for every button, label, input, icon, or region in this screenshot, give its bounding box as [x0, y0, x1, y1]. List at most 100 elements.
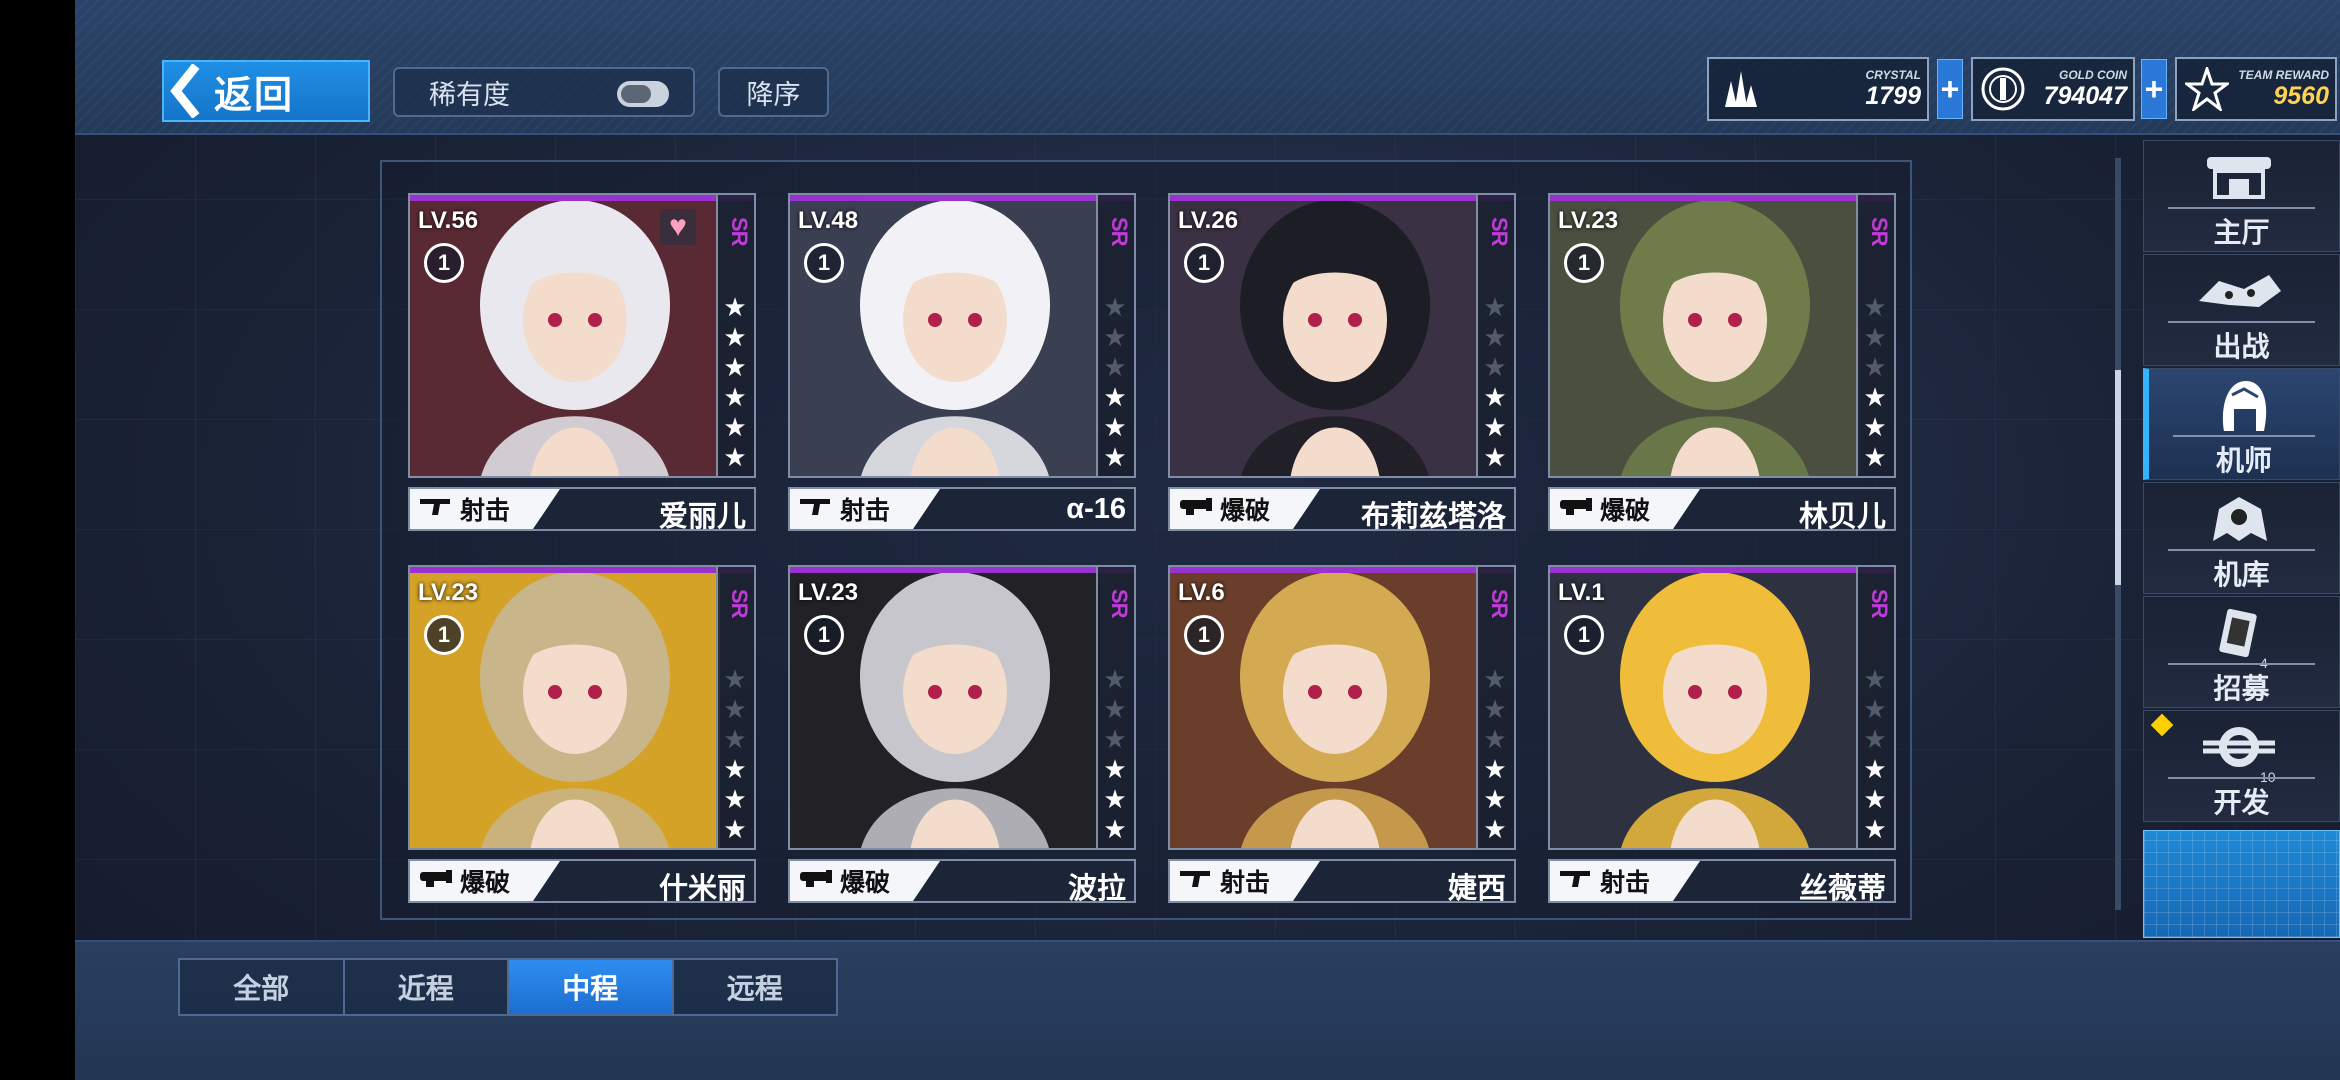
pilot-info-bar: 射击 爱丽儿 [408, 487, 756, 533]
rarity-label: SR [727, 217, 752, 246]
star-icon: ★ [723, 442, 747, 472]
nav-hall-label: 主厅 [2213, 217, 2270, 248]
pilot-type-label: 射击 [1220, 869, 1271, 897]
sort-order-button[interactable]: 降序 [718, 67, 829, 117]
star-icon: ★ [1103, 292, 1127, 322]
launcher-icon [1170, 495, 1220, 524]
pilot-level: LV.48 [798, 207, 859, 234]
pilot-type: 射击 [1170, 861, 1320, 901]
pilot-card[interactable]: LV.48 1 SR ★ ★ ★ ★ ★ ★ 射击 α-16 [788, 193, 1136, 535]
pilot-portrait-art [1170, 195, 1480, 476]
pilot-info-bar: 射击 丝薇蒂 [1548, 859, 1896, 905]
pilot-level: LV.23 [418, 579, 479, 606]
pilot-rank-badge: 1 [1564, 615, 1604, 655]
pilot-card[interactable]: LV.23 1 SR ★ ★ ★ ★ ★ ★ 爆破 林贝儿 [1548, 193, 1896, 535]
star-icon: ★ [1483, 784, 1507, 814]
pilot-info-bar: 射击 婕西 [1168, 859, 1516, 905]
nav-divider [2173, 435, 2315, 437]
rarity-strip [1550, 195, 1894, 201]
rarity-label: SR [1487, 589, 1512, 618]
pilot-level: LV.23 [798, 579, 859, 606]
tab-all[interactable]: 全部 [180, 960, 345, 1014]
pilot-info-bar: 爆破 林贝儿 [1548, 487, 1896, 533]
rarity-label: SR [1867, 589, 1892, 618]
star-icon: ★ [1483, 724, 1507, 754]
pilot-card[interactable]: LV.6 1 SR ★ ★ ★ ★ ★ ★ 射击 婕西 [1168, 565, 1516, 907]
tab-long-range[interactable]: 远程 [674, 960, 837, 1014]
star-icon: ★ [1483, 754, 1507, 784]
rifle-icon [410, 495, 460, 524]
nav-sortie-label: 出战 [2213, 331, 2270, 362]
star-icon: ★ [1863, 694, 1887, 724]
launcher-icon [1550, 495, 1600, 524]
star-icon: ★ [1863, 442, 1887, 472]
pilot-card[interactable]: LV.56 1 ♥ SR ★ ★ ★ ★ ★ ★ 射击 爱丽儿 [408, 193, 756, 535]
star-icon: ★ [1103, 664, 1127, 694]
star-icon: ★ [1483, 352, 1507, 382]
pilot-portrait-art [1550, 567, 1860, 848]
gold-coin-add-button[interactable]: + [2141, 59, 2167, 119]
rarity-label: SR [727, 589, 752, 618]
star-icon: ★ [1103, 382, 1127, 412]
pilot-side-panel: SR ★ ★ ★ ★ ★ ★ [1096, 567, 1134, 848]
tab-mid-range[interactable]: 中程 [509, 960, 674, 1014]
nav-item-sortie[interactable]: 出战 [2143, 254, 2340, 366]
pilot-name: 波拉 [1067, 873, 1126, 905]
team-reward-counter: TEAM REWARD 9560 [2175, 57, 2337, 121]
star-rating: ★ ★ ★ ★ ★ ★ [1481, 292, 1509, 472]
nav-item-develop[interactable]: 10 开发 [2143, 710, 2340, 822]
nav-item-pilot[interactable]: 机师 [2143, 368, 2340, 480]
pilot-side-panel: SR ★ ★ ★ ★ ★ ★ [716, 195, 754, 476]
nav-item-hall[interactable]: 主厅 [2143, 140, 2340, 252]
pilot-card[interactable]: LV.1 1 SR ★ ★ ★ ★ ★ ★ 射击 丝薇蒂 [1548, 565, 1896, 907]
pilot-card[interactable]: LV.23 1 SR ★ ★ ★ ★ ★ ★ 爆破 什米丽 [408, 565, 756, 907]
range-filter-tabs: 全部 近程 中程 远程 [178, 958, 838, 1016]
back-button[interactable]: 返回 [162, 60, 370, 122]
team-reward-icon [2177, 59, 2237, 119]
pilot-name: 布莉兹塔洛 [1360, 501, 1506, 533]
star-icon: ★ [1483, 442, 1507, 472]
recruit-icon [2189, 603, 2289, 663]
rarity-strip [790, 195, 1134, 201]
pilot-type-label: 爆破 [1220, 497, 1271, 525]
base-minimap[interactable] [2143, 830, 2340, 938]
pilot-rank-badge: 1 [424, 243, 464, 283]
star-icon: ★ [723, 382, 747, 412]
nav-divider [2168, 663, 2315, 665]
pilot-portrait-art [790, 195, 1100, 476]
nav-item-hangar[interactable]: 机库 [2143, 482, 2340, 594]
scrollbar-thumb[interactable] [2115, 370, 2121, 585]
rarity-strip [410, 195, 754, 201]
star-icon: ★ [1103, 322, 1127, 352]
pilot-side-panel: SR ★ ★ ★ ★ ★ ★ [1856, 567, 1894, 848]
star-rating: ★ ★ ★ ★ ★ ★ [1481, 664, 1509, 844]
back-label: 返回 [214, 74, 295, 117]
star-icon: ★ [1863, 292, 1887, 322]
pilot-portrait: LV.23 1 SR ★ ★ ★ ★ ★ ★ [408, 565, 756, 850]
star-icon: ★ [723, 292, 747, 322]
star-icon: ★ [1103, 442, 1127, 472]
tab-short-range[interactable]: 近程 [345, 960, 509, 1014]
rarity-filter-button[interactable]: 稀有度 [393, 67, 695, 117]
star-icon: ★ [1483, 814, 1507, 844]
nav-item-recruit[interactable]: 4 招募 [2143, 596, 2340, 708]
star-rating: ★ ★ ★ ★ ★ ★ [1861, 292, 1889, 472]
pilot-side-panel: SR ★ ★ ★ ★ ★ ★ [1096, 195, 1134, 476]
pilot-side-panel: SR ★ ★ ★ ★ ★ ★ [1856, 195, 1894, 476]
pilot-rank-badge: 1 [804, 243, 844, 283]
pilot-portrait: LV.56 1 ♥ SR ★ ★ ★ ★ ★ ★ [408, 193, 756, 478]
pilot-type: 爆破 [410, 861, 560, 901]
pilot-card[interactable]: LV.23 1 SR ★ ★ ★ ★ ★ ★ 爆破 波拉 [788, 565, 1136, 907]
star-icon: ★ [1863, 784, 1887, 814]
favorite-heart-icon[interactable]: ♥ [660, 209, 696, 245]
pilot-portrait-art [410, 567, 720, 848]
pilot-card[interactable]: LV.26 1 SR ★ ★ ★ ★ ★ ★ 爆破 布莉兹塔洛 [1168, 193, 1516, 535]
crystal-icon [1709, 59, 1769, 119]
crystal-add-button[interactable]: + [1937, 59, 1963, 119]
star-icon: ★ [723, 664, 747, 694]
pilot-level: LV.6 [1178, 579, 1225, 606]
pilot-rank-badge: 1 [424, 615, 464, 655]
rifle-icon [790, 495, 840, 524]
pilot-type-label: 爆破 [840, 869, 891, 897]
rarity-label: SR [1107, 589, 1132, 618]
